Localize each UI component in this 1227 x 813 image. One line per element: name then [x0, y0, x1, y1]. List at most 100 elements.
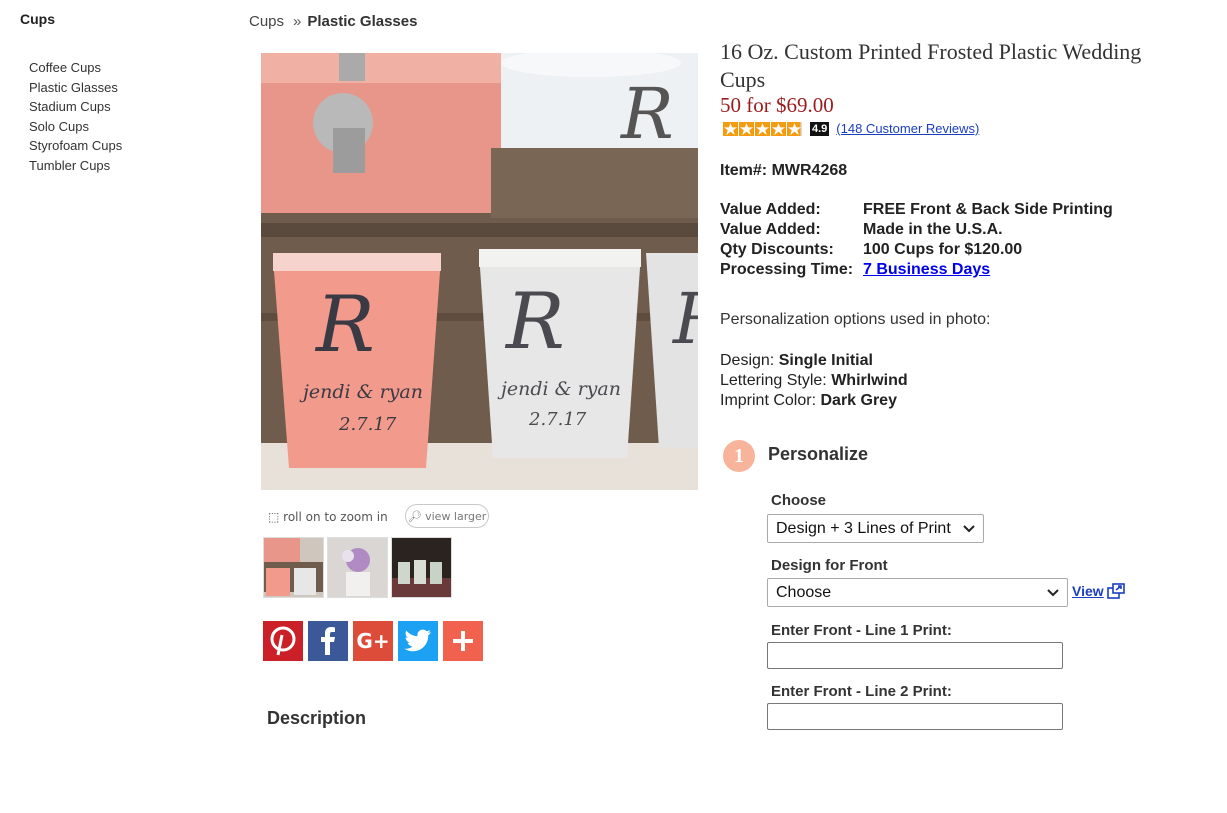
- svg-text:2.7.17: 2.7.17: [528, 409, 587, 430]
- pinterest-share-button[interactable]: [263, 621, 303, 661]
- product-title: 16 Oz. Custom Printed Frosted Plastic We…: [720, 39, 1142, 92]
- spec-label: Value Added:: [720, 221, 821, 238]
- pinterest-icon: [270, 626, 296, 656]
- thumbnail-1-image: [264, 538, 323, 597]
- personalization-intro: Personalization options used in photo:: [720, 311, 991, 328]
- thumbnail-1[interactable]: [263, 537, 324, 598]
- more-share-button[interactable]: [443, 621, 483, 661]
- star-icon: [723, 121, 738, 136]
- zoom-hint-text: roll on to zoom in: [283, 510, 388, 524]
- star-icon: [755, 121, 770, 136]
- external-window-icon: [1106, 583, 1125, 599]
- social-share-bar: G+: [263, 621, 483, 661]
- spec-value: FREE Front & Back Side Printing: [863, 201, 1113, 218]
- choose-select-value: Design + 3 Lines of Print: [776, 519, 951, 537]
- breadcrumb-separator: »: [293, 13, 302, 30]
- view-designs-link[interactable]: View: [1072, 583, 1125, 599]
- processing-time-link[interactable]: 7 Business Days: [863, 260, 990, 280]
- front-line2-input[interactable]: [767, 703, 1063, 730]
- front-line1-input[interactable]: [767, 642, 1063, 669]
- sidebar-item-stadium-cups[interactable]: Stadium Cups: [29, 97, 122, 117]
- spec-row: Value Added: Made in the U.S.A.: [720, 220, 1113, 240]
- breadcrumb-link-cups[interactable]: Cups: [249, 13, 284, 30]
- option-label: Imprint Color:: [720, 392, 817, 409]
- sidebar-item-styrofoam-cups[interactable]: Styrofoam Cups: [29, 136, 122, 156]
- spec-row: Qty Discounts: 100 Cups for $120.00: [720, 240, 1113, 260]
- star-icon: [739, 121, 754, 136]
- option-value: Dark Grey: [820, 392, 897, 409]
- product-main-image[interactable]: R R jendi & ryan 2.7.17 R jendi & ryan 2…: [261, 53, 698, 490]
- twitter-icon: [404, 629, 431, 652]
- star-icon: [787, 121, 802, 136]
- personalization-options-used: Design: Single Initial Lettering Style: …: [720, 351, 908, 411]
- breadcrumb-current: Plastic Glasses: [307, 13, 418, 30]
- thumbnail-2-image: [328, 538, 387, 597]
- chevron-down-icon: [963, 524, 975, 532]
- personalize-heading: Personalize: [768, 444, 869, 464]
- sidebar-item-plastic-glasses[interactable]: Plastic Glasses: [29, 78, 122, 98]
- rating-score: 4.9: [810, 121, 830, 136]
- option-row: Imprint Color: Dark Grey: [720, 391, 908, 411]
- spec-value: 100 Cups for $120.00: [863, 241, 1023, 258]
- cup-print-initial: R: [314, 280, 375, 370]
- product-photo: R R jendi & ryan 2.7.17 R jendi & ryan 2…: [261, 53, 698, 490]
- spec-label: Value Added:: [720, 201, 821, 218]
- customer-reviews-link[interactable]: (148 Customer Reviews): [836, 121, 979, 136]
- sidebar-title: Cups: [20, 11, 55, 27]
- cup-print-date: 2.7.17: [338, 414, 397, 435]
- rating-summary: 4.9 (148 Customer Reviews): [723, 121, 979, 136]
- sidebar-item-coffee-cups[interactable]: Coffee Cups: [29, 58, 122, 78]
- spec-row: Processing Time: 7 Business Days: [720, 260, 1113, 280]
- choose-select[interactable]: Design + 3 Lines of Print: [767, 514, 984, 543]
- spec-value: Made in the U.S.A.: [863, 221, 1003, 238]
- option-label: Design:: [720, 352, 775, 369]
- sidebar-item-tumbler-cups[interactable]: Tumbler Cups: [29, 156, 122, 176]
- thumbnail-strip: [263, 537, 452, 598]
- design-for-front-label: Design for Front: [771, 557, 888, 574]
- breadcrumb: Cups » Plastic Glasses: [249, 13, 417, 30]
- sidebar-category-list: Coffee Cups Plastic Glasses Stadium Cups…: [29, 58, 122, 176]
- choose-label: Choose: [771, 492, 827, 509]
- spec-row: Value Added: FREE Front & Back Side Prin…: [720, 200, 1113, 220]
- product-price: 50 for $69.00: [720, 93, 834, 117]
- item-number: Item#: MWR4268: [720, 162, 848, 179]
- option-row: Design: Single Initial: [720, 351, 908, 371]
- thumbnail-3[interactable]: [391, 537, 452, 598]
- sidebar-item-solo-cups[interactable]: Solo Cups: [29, 117, 122, 137]
- chevron-down-icon: [1047, 588, 1059, 596]
- zoom-cursor-icon: ⬚: [268, 510, 280, 524]
- view-link-label: View: [1072, 583, 1104, 599]
- twitter-share-button[interactable]: [398, 621, 438, 661]
- google-plus-share-button[interactable]: G+: [353, 621, 393, 661]
- svg-text:R: R: [619, 73, 674, 155]
- view-larger-label: view larger: [425, 510, 487, 523]
- thumbnail-2[interactable]: [327, 537, 388, 598]
- option-value: Whirlwind: [831, 372, 908, 389]
- spec-label: Processing Time:: [720, 261, 854, 278]
- svg-text:jendi & ryan: jendi & ryan: [497, 378, 621, 400]
- design-for-front-value: Choose: [776, 583, 832, 601]
- step-number-badge: 1: [723, 440, 755, 472]
- zoom-hint: ⬚ roll on to zoom in: [268, 510, 388, 524]
- spec-label: Qty Discounts:: [720, 241, 834, 258]
- product-specs: Value Added: FREE Front & Back Side Prin…: [720, 200, 1113, 280]
- svg-text:R: R: [504, 277, 565, 367]
- description-heading: Description: [267, 708, 367, 728]
- star-icon: [771, 121, 786, 136]
- line2-label: Enter Front - Line 2 Print:: [771, 683, 952, 700]
- option-value: Single Initial: [778, 352, 873, 369]
- cup-print-names: jendi & ryan: [299, 381, 423, 403]
- svg-text:R: R: [671, 278, 698, 360]
- plus-icon: [453, 631, 473, 651]
- star-rating: [723, 121, 803, 136]
- magnifier-icon: 🔎︎: [407, 510, 422, 523]
- facebook-icon: [321, 627, 335, 655]
- google-plus-icon: G+: [356, 629, 390, 653]
- option-label: Lettering Style:: [720, 372, 827, 389]
- facebook-share-button[interactable]: [308, 621, 348, 661]
- view-larger-button[interactable]: 🔎︎ view larger: [405, 504, 489, 528]
- design-for-front-select[interactable]: Choose: [767, 578, 1068, 607]
- thumbnail-3-image: [392, 538, 451, 597]
- option-row: Lettering Style: Whirlwind: [720, 371, 908, 391]
- line1-label: Enter Front - Line 1 Print:: [771, 622, 952, 639]
